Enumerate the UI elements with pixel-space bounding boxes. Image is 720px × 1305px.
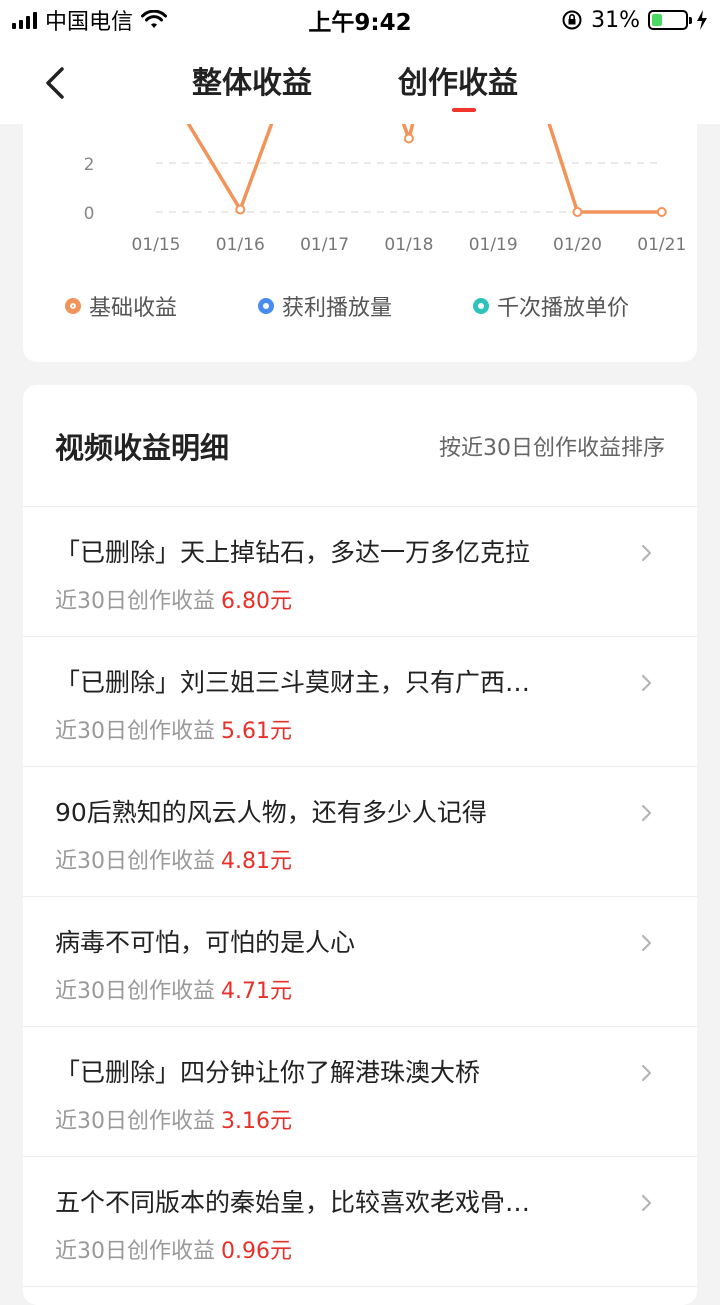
detail-header: 视频收益明细 按近30日创作收益排序 — [23, 385, 697, 507]
video-earnings-row[interactable]: 90后熟知的风云人物，还有多少人记得 近30日创作收益 4.81元 — [23, 767, 697, 897]
video-earnings-line: 近30日创作收益 4.71元 — [55, 973, 292, 1005]
legend-dot-icon — [473, 298, 489, 314]
legend-dot-icon — [258, 298, 274, 314]
video-earnings-line: 近30日创作收益 4.81元 — [55, 843, 292, 875]
sort-label[interactable]: 按近30日创作收益排序 — [439, 430, 665, 462]
nav-bar: 整体收益 创作收益 — [0, 40, 720, 124]
earnings-label: 近30日创作收益 — [55, 979, 215, 1004]
legend-label: 基础收益 — [89, 296, 178, 321]
earnings-amount: 4.71元 — [221, 979, 292, 1004]
legend-dot-icon — [65, 298, 81, 314]
earnings-amount: 3.16元 — [221, 1109, 292, 1134]
status-bar: 中国电信 上午9:42 31% — [0, 0, 720, 40]
video-title: 「已删除」天上掉钻石，多达一万多亿克拉 — [55, 538, 531, 567]
earnings-chart-card: 2 0 01/15 01/16 01/17 01/18 01/19 01/20 01/21 基… — [23, 100, 697, 362]
chevron-right-icon — [641, 1064, 652, 1082]
video-earnings-line: 近30日创作收益 5.61元 — [55, 713, 292, 745]
video-earnings-line: 近30日创作收益 3.16元 — [55, 1103, 292, 1135]
chart-legend: 基础收益 获利播放量 千次播放单价 — [23, 290, 697, 326]
y-tick-label: 2 — [84, 155, 95, 175]
back-button[interactable] — [30, 58, 80, 108]
rotation-lock-icon — [562, 10, 582, 30]
tab-creation-earnings[interactable]: 创作收益 — [398, 58, 518, 102]
battery-icon — [648, 10, 692, 30]
earnings-amount: 6.80元 — [221, 589, 292, 614]
chevron-right-icon — [641, 934, 652, 952]
earnings-label: 近30日创作收益 — [55, 589, 215, 614]
legend-label: 千次播放单价 — [497, 296, 630, 321]
video-earnings-line: 近30日创作收益 6.80元 — [55, 583, 292, 615]
clock: 上午9:42 — [308, 10, 412, 36]
y-tick-label: 0 — [84, 204, 95, 224]
tab-overall-earnings[interactable]: 整体收益 — [192, 58, 312, 102]
active-tab-indicator — [452, 108, 476, 112]
chevron-right-icon — [641, 544, 652, 562]
earnings-line-chart: 2 0 01/15 01/16 01/17 01/18 01/19 01/20 01/21 — [84, 100, 686, 255]
legend-label: 获利播放量 — [282, 296, 393, 321]
signal-icon — [12, 11, 37, 29]
data-point[interactable] — [572, 207, 583, 217]
video-earnings-row[interactable]: 五个不同版本的秦始皇，比较喜欢老戏骨… 近30日创作收益 0.96元 — [23, 1157, 697, 1287]
legend-item-basic[interactable]: 基础收益 — [65, 290, 177, 322]
earnings-label: 近30日创作收益 — [55, 1239, 215, 1264]
earnings-amount: 0.96元 — [221, 1239, 292, 1264]
chevron-right-icon — [641, 674, 652, 692]
data-point[interactable] — [403, 133, 414, 144]
chevron-right-icon — [641, 1194, 652, 1212]
video-title: 「已删除」刘三姐三斗莫财主，只有广西… — [55, 668, 531, 697]
video-earnings-line: 近30日创作收益 0.96元 — [55, 1233, 292, 1265]
x-tick-label: 01/20 — [553, 235, 602, 255]
video-earnings-row[interactable]: 「已删除」刘三姐三斗莫财主，只有广西… 近30日创作收益 5.61元 — [23, 637, 697, 767]
battery-percent: 31% — [591, 7, 640, 33]
earnings-amount: 4.81元 — [221, 849, 292, 874]
video-earnings-row[interactable]: 「已删除」天上掉钻石，多达一万多亿克拉 近30日创作收益 6.80元 — [23, 507, 697, 637]
earnings-label: 近30日创作收益 — [55, 1109, 215, 1134]
x-tick-label: 01/17 — [300, 235, 349, 255]
earnings-label: 近30日创作收益 — [55, 849, 215, 874]
video-earnings-row[interactable]: 「已删除」四分钟让你了解港珠澳大桥 近30日创作收益 3.16元 — [23, 1027, 697, 1157]
legend-item-plays[interactable]: 获利播放量 — [258, 290, 392, 322]
detail-title: 视频收益明细 — [55, 430, 230, 465]
video-title: 五个不同版本的秦始皇，比较喜欢老戏骨… — [55, 1188, 531, 1217]
video-title: 病毒不可怕，可怕的是人心 — [55, 928, 356, 957]
carrier-name: 中国电信 — [45, 10, 134, 35]
video-earnings-row[interactable]: 病毒不可怕，可怕的是人心 近30日创作收益 4.71元 — [23, 897, 697, 1027]
back-arrow-icon — [46, 67, 64, 99]
wifi-icon — [141, 10, 168, 28]
earnings-label: 近30日创作收益 — [55, 719, 215, 744]
x-tick-label: 01/16 — [216, 235, 265, 255]
x-tick-label: 01/18 — [384, 235, 433, 255]
x-tick-label: 01/19 — [469, 235, 518, 255]
data-point[interactable] — [656, 207, 667, 217]
video-title: 90后熟知的风云人物，还有多少人记得 — [55, 798, 487, 827]
x-tick-label: 01/15 — [132, 235, 181, 255]
charging-icon — [697, 10, 707, 30]
data-point[interactable] — [235, 204, 246, 215]
x-tick-label: 01/21 — [637, 235, 686, 255]
video-earnings-detail-card: 视频收益明细 按近30日创作收益排序 「已删除」天上掉钻石，多达一万多亿克拉 近… — [23, 385, 697, 1305]
legend-item-cpm[interactable]: 千次播放单价 — [473, 290, 629, 322]
chevron-right-icon — [641, 804, 652, 822]
earnings-amount: 5.61元 — [221, 719, 292, 744]
video-title: 「已删除」四分钟让你了解港珠澳大桥 — [55, 1058, 481, 1087]
